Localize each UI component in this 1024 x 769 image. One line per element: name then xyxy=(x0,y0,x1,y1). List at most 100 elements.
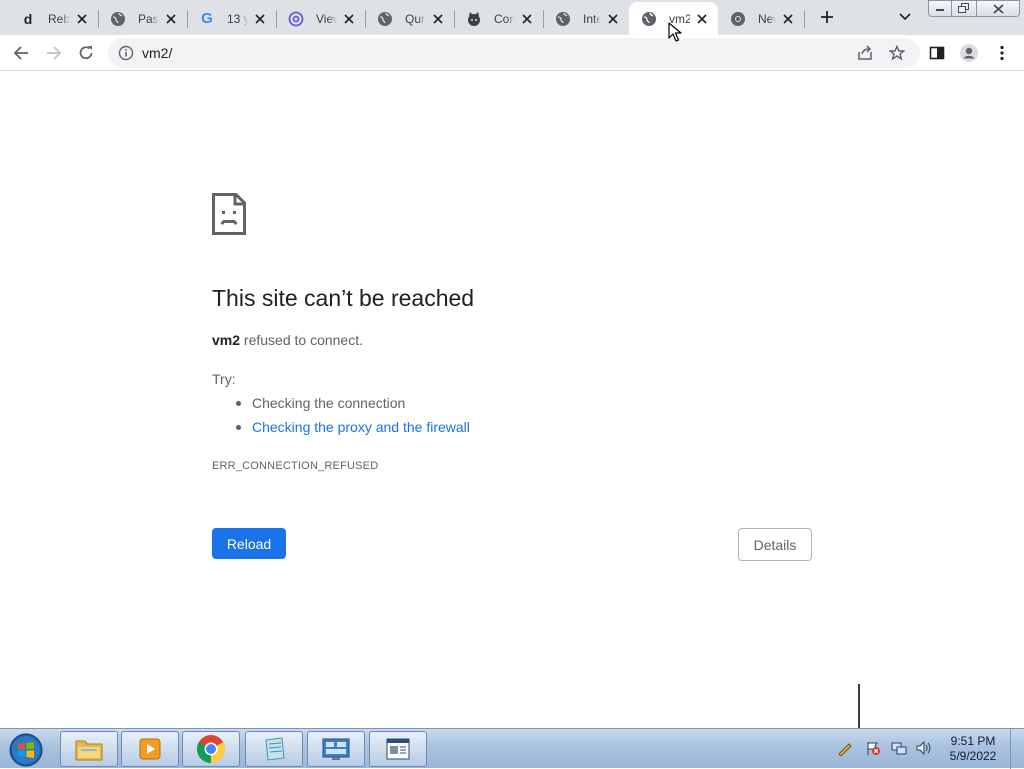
suggestion-check-connection: Checking the connection xyxy=(212,394,470,418)
close-icon[interactable] xyxy=(341,11,357,27)
back-button[interactable] xyxy=(7,39,35,67)
bookmark-button[interactable] xyxy=(886,42,908,64)
plus-icon xyxy=(821,11,833,23)
close-icon[interactable] xyxy=(694,11,710,27)
taskbar-control-panel[interactable] xyxy=(307,731,365,767)
tray-pen-icon[interactable] xyxy=(836,739,854,757)
back-arrow-icon xyxy=(13,46,28,60)
taskbar-explorer[interactable] xyxy=(60,731,118,767)
d-logo-icon: d xyxy=(23,10,33,27)
kebab-menu-icon xyxy=(1000,45,1004,61)
google-icon: G xyxy=(201,10,213,27)
clock-time: 9:51 PM xyxy=(950,734,996,748)
mouse-cursor-icon xyxy=(668,22,682,42)
tab-new[interactable]: New xyxy=(718,2,804,35)
tab-label: Inter xyxy=(583,11,601,26)
error-code: ERR_CONNECTION_REFUSED xyxy=(212,460,379,472)
close-icon[interactable] xyxy=(163,11,179,27)
error-title: This site can’t be reached xyxy=(212,285,475,311)
tab-paste[interactable]: Paste xyxy=(98,2,187,35)
reload-button[interactable]: Reload xyxy=(212,528,286,559)
tab-label: Paste xyxy=(138,11,159,26)
taskbar-news[interactable] xyxy=(369,731,427,767)
tab-label: New xyxy=(758,11,776,26)
start-button[interactable] xyxy=(6,731,46,769)
close-icon[interactable] xyxy=(74,11,90,27)
chrome-icon xyxy=(730,11,746,27)
tray-volume-icon[interactable] xyxy=(914,739,932,757)
sad-document-icon xyxy=(212,193,246,235)
address-bar[interactable]: vm2/ xyxy=(108,38,920,68)
menu-button[interactable] xyxy=(988,39,1016,67)
globe-icon xyxy=(555,11,571,27)
error-message: vm2 refused to connect. xyxy=(212,332,363,348)
close-icon xyxy=(992,3,1004,14)
star-icon xyxy=(889,45,905,61)
media-player-icon xyxy=(139,738,161,760)
error-message-text: refused to connect. xyxy=(240,332,363,348)
restore-button[interactable] xyxy=(951,0,977,17)
forward-button[interactable] xyxy=(40,39,68,67)
globe-icon xyxy=(110,11,126,27)
news-icon xyxy=(386,738,410,760)
proxy-firewall-link[interactable]: Checking the proxy and the firewall xyxy=(252,419,470,435)
taskbar-notepad[interactable] xyxy=(245,731,303,767)
flag-error-icon xyxy=(867,742,880,755)
at-sign-icon xyxy=(288,11,304,27)
minimize-icon xyxy=(936,8,944,11)
suggestion-check-proxy[interactable]: Checking the proxy and the firewall xyxy=(212,418,470,442)
browser-toolbar: vm2/ xyxy=(0,35,1024,71)
chrome-icon xyxy=(197,735,225,763)
side-panel-icon xyxy=(929,46,945,60)
tab-inter[interactable]: Inter xyxy=(543,2,629,35)
close-icon[interactable] xyxy=(519,11,535,27)
clock-date: 5/9/2022 xyxy=(949,749,997,763)
tab-com[interactable]: Com xyxy=(454,2,543,35)
stray-window-edge xyxy=(560,684,860,730)
tab-label: 13 y xyxy=(227,11,248,26)
taskbar-media-player[interactable] xyxy=(121,731,179,767)
close-icon[interactable] xyxy=(252,11,268,27)
tab-label: Com xyxy=(494,11,515,26)
tab-label: Rebr xyxy=(48,11,70,26)
tab-search-button[interactable] xyxy=(894,6,916,28)
explorer-icon xyxy=(75,740,103,761)
try-label: Try: xyxy=(212,371,236,387)
tray-action-center-icon[interactable] xyxy=(864,739,882,757)
chevron-down-icon xyxy=(899,13,911,21)
forward-arrow-icon xyxy=(47,46,62,60)
globe-icon xyxy=(641,11,657,27)
show-desktop-button[interactable] xyxy=(1010,729,1024,769)
avatar-icon xyxy=(960,44,978,62)
system-clock[interactable]: 9:51 PM 5/9/2022 xyxy=(944,734,1002,764)
cat-icon xyxy=(466,11,482,27)
close-icon[interactable] xyxy=(780,11,796,27)
share-button[interactable] xyxy=(854,42,876,64)
tab-rebr[interactable]: d Rebr xyxy=(8,2,98,35)
close-icon[interactable] xyxy=(605,11,621,27)
windows-start-icon xyxy=(9,733,43,767)
new-tab-button[interactable] xyxy=(814,6,840,28)
window-close-button[interactable] xyxy=(976,0,1020,17)
tab-label: View xyxy=(316,11,337,26)
url-text[interactable]: vm2/ xyxy=(142,45,172,61)
minimize-button[interactable] xyxy=(928,0,952,17)
control-panel-icon xyxy=(322,738,350,760)
globe-icon xyxy=(377,11,393,27)
share-icon xyxy=(858,45,872,60)
details-button[interactable]: Details xyxy=(738,528,812,561)
notepad-icon xyxy=(265,737,285,761)
tab-qur[interactable]: Qur xyxy=(365,2,454,35)
tray-network-icon[interactable] xyxy=(890,739,908,757)
speaker-icon xyxy=(916,740,931,756)
reload-toolbar-button[interactable] xyxy=(72,39,100,67)
close-icon[interactable] xyxy=(430,11,446,27)
taskbar-chrome[interactable] xyxy=(182,731,240,767)
side-panel-button[interactable] xyxy=(923,39,951,67)
error-host: vm2 xyxy=(212,332,241,348)
tab-google[interactable]: G 13 y xyxy=(187,2,276,35)
tab-view[interactable]: View xyxy=(276,2,365,35)
profile-button[interactable] xyxy=(955,39,983,67)
info-icon[interactable] xyxy=(118,45,134,61)
network-icon xyxy=(891,742,907,755)
